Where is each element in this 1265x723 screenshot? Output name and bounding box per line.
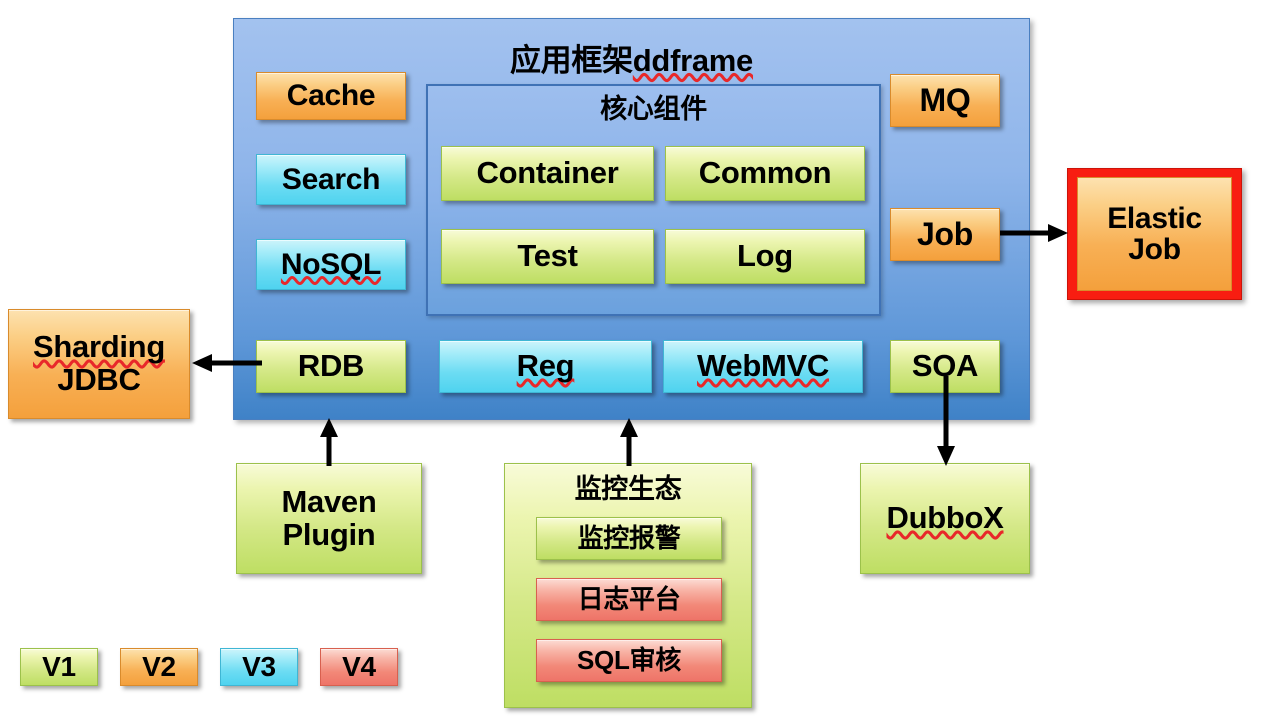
node-container-label: Container: [476, 155, 619, 191]
node-rdb-label: RDB: [297, 348, 365, 384]
node-test[interactable]: Test: [441, 229, 654, 284]
arrow-monitor-to-panel: [616, 418, 642, 466]
node-log-label: Log: [737, 238, 793, 274]
node-log[interactable]: Log: [665, 229, 865, 284]
monitor-item-log-platform[interactable]: 日志平台: [536, 578, 722, 621]
node-mq-label: MQ: [919, 81, 971, 118]
legend-item-v2: V2: [120, 648, 198, 686]
node-dubbox-label: DubboX: [886, 500, 1004, 536]
node-mq[interactable]: MQ: [890, 74, 1000, 127]
node-job-label: Job: [917, 215, 973, 252]
monitor-item-log-platform-label: 日志平台: [577, 583, 681, 614]
monitor-ecosystem-panel: 监控生态 监控报警 日志平台 SQL审核: [504, 463, 752, 708]
monitor-item-sql-audit-label: SQL审核: [577, 644, 681, 675]
core-components-panel: 核心组件 Container Common Test Log: [426, 84, 881, 316]
arrow-rdb-to-sharding-jdbc: [190, 352, 262, 374]
node-common-label: Common: [698, 155, 832, 191]
monitor-ecosystem-title: 监控生态: [574, 474, 682, 504]
arrow-soa-to-dubbox: [933, 376, 959, 466]
node-maven-plugin-line2: Plugin: [282, 516, 376, 552]
node-sharding-jdbc-line1: Sharding: [33, 329, 165, 365]
arrow-maven-plugin-to-panel: [316, 418, 342, 466]
node-test-label: Test: [517, 238, 578, 274]
node-dubbox[interactable]: DubboX: [860, 463, 1030, 574]
node-webmvc[interactable]: WebMVC: [663, 340, 863, 393]
ddframe-panel: 应用框架ddframe Cache Search NoSQL 核心组件 Cont…: [233, 18, 1030, 420]
node-maven-plugin[interactable]: Maven Plugin: [236, 463, 422, 574]
node-elastic-job-line2: Job: [1128, 233, 1181, 266]
monitor-item-alert[interactable]: 监控报警: [536, 517, 722, 560]
node-search-label: Search: [281, 162, 381, 196]
monitor-item-sql-audit[interactable]: SQL审核: [536, 639, 722, 682]
core-components-title: 核心组件: [600, 94, 707, 124]
node-common[interactable]: Common: [665, 146, 865, 201]
node-webmvc-label: WebMVC: [697, 348, 829, 384]
node-container[interactable]: Container: [441, 146, 654, 201]
node-job[interactable]: Job: [890, 208, 1000, 261]
node-reg-label: Reg: [516, 348, 575, 384]
legend-item-v3: V3: [220, 648, 298, 686]
node-cache[interactable]: Cache: [256, 72, 406, 120]
page-title-en: ddframe: [632, 43, 754, 78]
node-elastic-job[interactable]: Elastic Job: [1067, 168, 1242, 300]
node-nosql[interactable]: NoSQL: [256, 239, 406, 290]
legend-item-v4-label: V4: [342, 651, 376, 683]
page-title-cn: 应用框架: [509, 43, 633, 78]
arrow-job-to-elastic-job: [1000, 222, 1070, 244]
legend-item-v1: V1: [20, 648, 98, 686]
node-search[interactable]: Search: [256, 154, 406, 205]
legend-item-v4: V4: [320, 648, 398, 686]
node-cache-label: Cache: [286, 79, 376, 113]
node-sharding-jdbc-line2: JDBC: [57, 362, 141, 397]
legend-item-v3-label: V3: [242, 651, 276, 683]
monitor-item-alert-label: 监控报警: [577, 522, 681, 553]
node-sharding-jdbc[interactable]: Sharding JDBC: [8, 309, 190, 419]
node-nosql-label: NoSQL: [280, 247, 382, 281]
legend-item-v1-label: V1: [42, 651, 76, 683]
node-elastic-job-line1: Elastic: [1107, 201, 1202, 235]
node-rdb[interactable]: RDB: [256, 340, 406, 393]
node-maven-plugin-line1: Maven: [281, 483, 377, 519]
legend-item-v2-label: V2: [142, 651, 176, 683]
node-reg[interactable]: Reg: [439, 340, 652, 393]
